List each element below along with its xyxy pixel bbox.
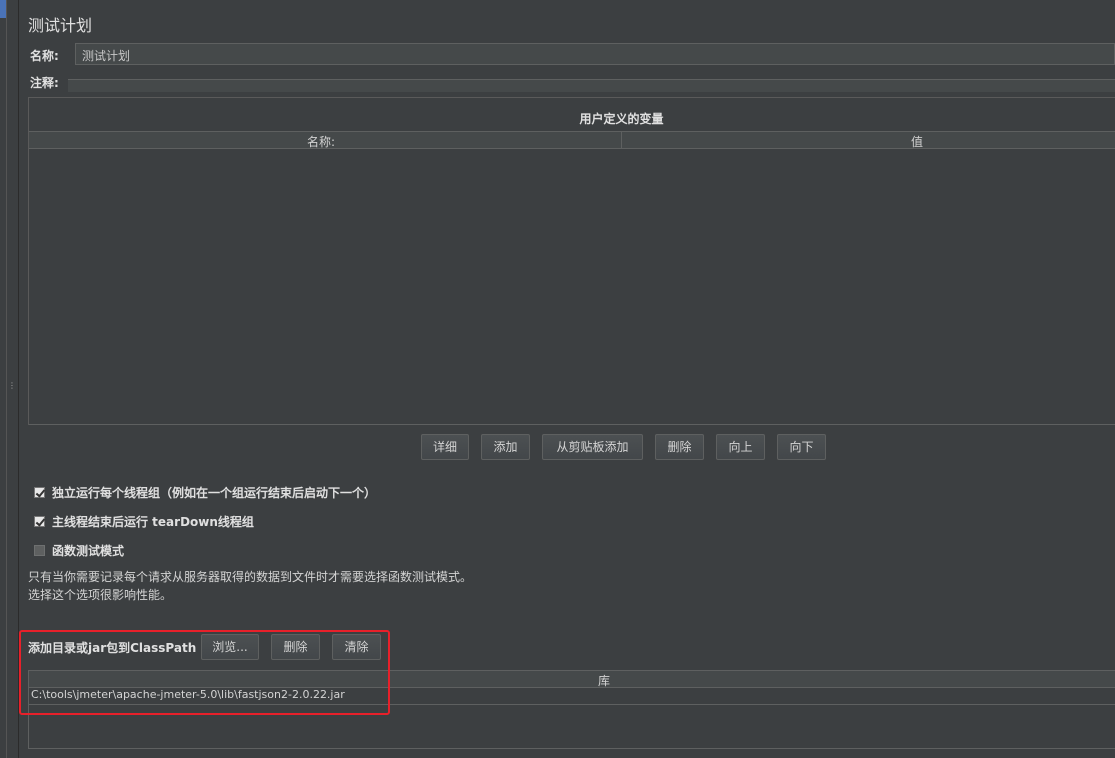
checkbox-checked-icon[interactable] (34, 487, 45, 498)
performance-note: 选择这个选项很影响性能。 (28, 588, 173, 602)
column-header-library[interactable]: 库 (598, 674, 610, 688)
move-up-button[interactable]: 向上 (716, 434, 765, 460)
variables-table-header: 名称: 值 (29, 131, 1115, 149)
add-from-clipboard-button[interactable]: 从剪贴板添加 (542, 434, 643, 460)
move-down-button[interactable]: 向下 (777, 434, 826, 460)
library-table-bottom (29, 748, 1115, 749)
option-label: 函数测试模式 (52, 544, 125, 558)
add-button[interactable]: 添加 (481, 434, 530, 460)
splitter-grip-icon[interactable]: ⋮ (8, 382, 16, 407)
delete-button[interactable]: 删除 (655, 434, 704, 460)
option-label: 独立运行每个线程组（例如在一个组运行结束后启动下一个） (52, 486, 377, 500)
name-label: 名称: (30, 49, 59, 63)
column-header-value[interactable]: 值 (911, 133, 923, 150)
comment-input[interactable] (68, 79, 1115, 92)
option-teardown-after-shutdown[interactable]: 主线程结束后运行 tearDown线程组 (34, 513, 254, 530)
option-functional-test-mode[interactable]: 函数测试模式 (34, 542, 124, 559)
column-header-name[interactable]: 名称: (307, 133, 335, 150)
highlight-annotation-box (19, 630, 390, 715)
option-serialize-threadgroups[interactable]: 独立运行每个线程组（例如在一个组运行结束后启动下一个） (34, 484, 376, 501)
user-variables-title: 用户定义的变量 (579, 112, 664, 126)
comment-label: 注释: (30, 76, 59, 90)
checkbox-unchecked-icon[interactable] (34, 545, 45, 556)
functional-mode-note: 只有当你需要记录每个请求从服务器取得的数据到文件时才需要选择函数测试模式。 (28, 570, 473, 584)
checkbox-checked-icon[interactable] (34, 516, 45, 527)
left-tree-edge: ⋮ (0, 0, 19, 758)
detail-button[interactable]: 详细 (421, 434, 469, 460)
tree-divider (6, 0, 7, 758)
panel-title: 测试计划 (28, 16, 93, 35)
variables-table-body[interactable] (29, 149, 1115, 425)
option-label: 主线程结束后运行 tearDown线程组 (52, 515, 254, 529)
name-input[interactable]: 测试计划 (75, 43, 1115, 65)
